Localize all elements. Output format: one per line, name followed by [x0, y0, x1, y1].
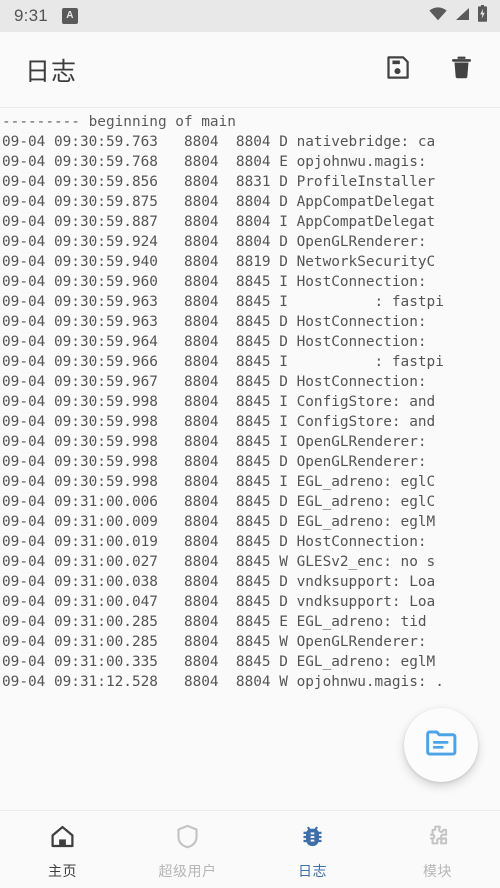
- log-line: 09-04 09:30:59.887 8804 8804 I AppCompat…: [2, 214, 436, 230]
- log-line: 09-04 09:31:00.006 8804 8845 D EGL_adren…: [2, 494, 436, 510]
- log-scroll-container[interactable]: --------- beginning of main 09-04 09:30:5…: [0, 108, 500, 810]
- log-line: 09-04 09:31:00.019 8804 8845 D HostConne…: [2, 534, 427, 550]
- log-line: 09-04 09:30:59.940 8804 8819 D NetworkSe…: [2, 254, 436, 270]
- log-line: 09-04 09:30:59.768 8804 8804 E opjohnwu.…: [2, 154, 427, 170]
- wifi-icon: [429, 6, 447, 26]
- log-line: 09-04 09:30:59.924 8804 8804 D OpenGLRen…: [2, 234, 427, 250]
- bottom-navigation-bar: 主页 超级用户 日志 模块: [0, 810, 500, 888]
- log-line: 09-04 09:31:00.285 8804 8845 W OpenGLRen…: [2, 634, 427, 650]
- log-line: 09-04 09:31:00.009 8804 8845 D EGL_adren…: [2, 514, 436, 530]
- save-button[interactable]: [380, 53, 414, 87]
- shield-icon: [174, 823, 201, 855]
- cellular-signal-icon: [454, 7, 470, 26]
- nav-label-superuser: 超级用户: [158, 863, 217, 880]
- log-line: 09-04 09:31:00.335 8804 8845 D EGL_adren…: [2, 654, 436, 670]
- nav-label-modules: 模块: [423, 863, 452, 880]
- log-line: 09-04 09:30:59.875 8804 8804 D AppCompat…: [2, 194, 436, 210]
- folder-icon: [424, 726, 458, 765]
- bug-icon: [299, 823, 326, 855]
- log-line: 09-04 09:30:59.967 8804 8845 D HostConne…: [2, 374, 427, 390]
- log-line: 09-04 09:30:59.856 8804 8831 D ProfileIn…: [2, 174, 436, 190]
- status-bar-clock: 9:31: [14, 6, 48, 25]
- app-bar: 日志: [0, 32, 500, 108]
- battery-charging-icon: [477, 5, 488, 27]
- log-line: 09-04 09:30:59.998 8804 8845 I ConfigSto…: [2, 394, 436, 410]
- log-line: 09-04 09:31:00.027 8804 8845 W GLESv2_en…: [2, 554, 436, 570]
- log-line: 09-04 09:30:59.966 8804 8845 I : fastpi: [2, 354, 444, 370]
- nav-item-modules[interactable]: 模块: [375, 811, 500, 888]
- log-line: 09-04 09:30:59.964 8804 8845 D HostConne…: [2, 334, 427, 350]
- save-icon: [384, 54, 411, 86]
- nav-item-home[interactable]: 主页: [0, 811, 125, 888]
- log-line: 09-04 09:30:59.998 8804 8845 I ConfigSto…: [2, 414, 436, 430]
- log-line: 09-04 09:30:59.998 8804 8845 D OpenGLRen…: [2, 454, 427, 470]
- log-line: 09-04 09:30:59.960 8804 8845 I HostConne…: [2, 274, 427, 290]
- app-bar-actions: [380, 53, 478, 87]
- nav-item-log[interactable]: 日志: [250, 811, 375, 888]
- notification-app-icon: A: [61, 8, 78, 24]
- log-line: --------- beginning of main: [2, 114, 236, 130]
- delete-icon: [448, 54, 475, 86]
- log-line: 09-04 09:30:59.998 8804 8845 I EGL_adren…: [2, 474, 436, 490]
- log-line: 09-04 09:31:00.285 8804 8845 E EGL_adren…: [2, 614, 427, 630]
- log-output-panel[interactable]: --------- beginning of main 09-04 09:30:5…: [0, 108, 500, 810]
- log-line: 09-04 09:31:00.047 8804 8845 D vndksuppo…: [2, 594, 436, 610]
- nav-item-superuser[interactable]: 超级用户: [125, 811, 250, 888]
- log-line: 09-04 09:30:59.963 8804 8845 I : fastpi: [2, 294, 444, 310]
- nav-label-log: 日志: [298, 863, 327, 880]
- log-line: 09-04 09:31:12.528 8804 8804 W opjohnwu.…: [2, 674, 444, 690]
- log-line: 09-04 09:30:59.963 8804 8845 D HostConne…: [2, 314, 427, 330]
- log-screen: 9:31 A 日志 --------- beginning of main 09…: [0, 0, 500, 888]
- page-title: 日志: [25, 56, 78, 86]
- nav-label-home: 主页: [48, 863, 77, 880]
- open-log-file-fab[interactable]: [404, 708, 478, 782]
- delete-button[interactable]: [444, 53, 478, 87]
- status-bar: 9:31 A: [0, 0, 500, 32]
- status-bar-icons: [429, 5, 488, 27]
- home-icon: [49, 823, 76, 855]
- log-line: 09-04 09:30:59.763 8804 8804 D nativebri…: [2, 134, 436, 150]
- puzzle-icon: [424, 823, 451, 855]
- log-line: 09-04 09:30:59.998 8804 8845 I OpenGLRen…: [2, 434, 427, 450]
- log-line: 09-04 09:31:00.038 8804 8845 D vndksuppo…: [2, 574, 436, 590]
